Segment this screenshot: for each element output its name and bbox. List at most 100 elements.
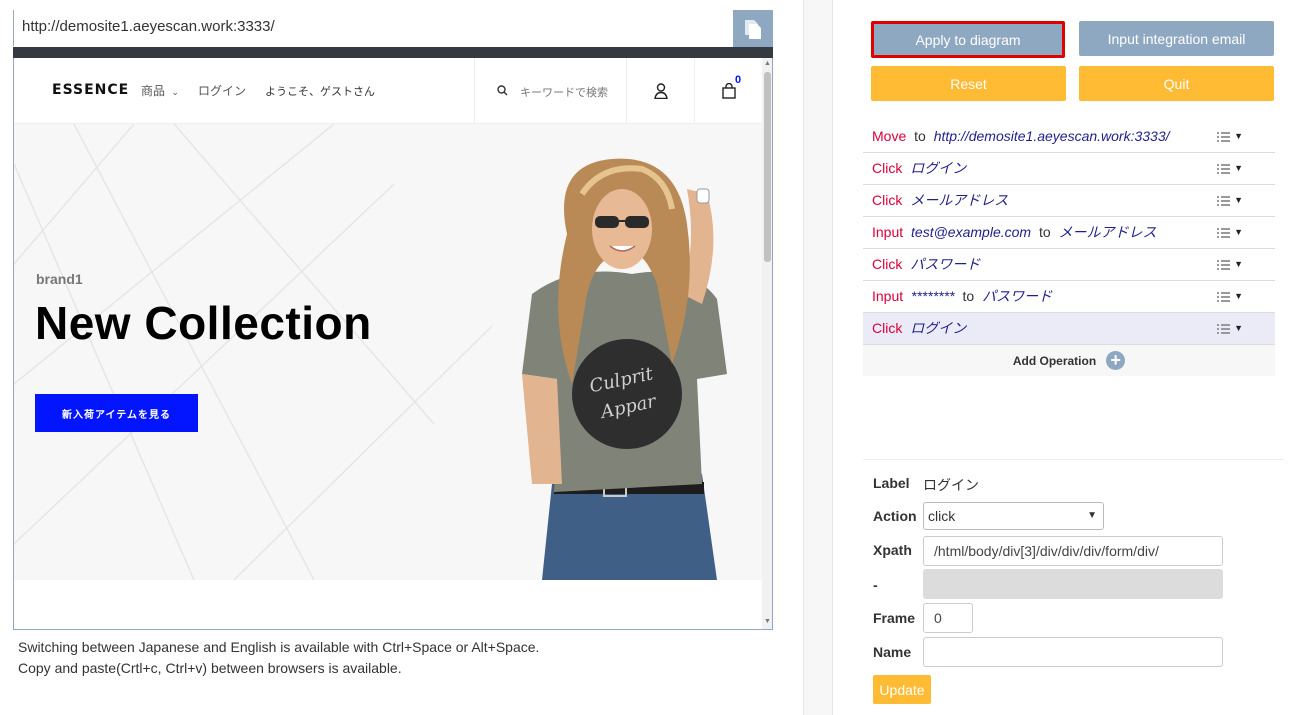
nav-products[interactable]: 商品 ⌄: [141, 82, 179, 99]
scroll-thumb[interactable]: [764, 72, 771, 262]
caret-down-icon: ▼: [1234, 323, 1243, 333]
user-account-button[interactable]: [627, 58, 695, 124]
search-icon: [497, 85, 508, 96]
plus-icon: +: [1106, 351, 1126, 370]
operation-action: Input: [872, 224, 904, 240]
apply-to-diagram-button[interactable]: Apply to diagram: [871, 21, 1065, 58]
search-placeholder: キーワードで検索: [520, 87, 608, 99]
pane-divider[interactable]: [803, 0, 833, 715]
add-operation-label: Add Operation: [1012, 353, 1097, 368]
update-button[interactable]: Update: [873, 675, 931, 704]
operation-action: Click: [872, 192, 903, 208]
frame-input[interactable]: 0: [923, 603, 973, 633]
list-icon: [1217, 323, 1231, 334]
chevron-down-icon: ⌄: [171, 87, 179, 97]
operation-target: メールアドレス: [1058, 224, 1157, 240]
operation-row[interactable]: Click メールアドレス ▼: [863, 185, 1275, 217]
action-select[interactable]: click ▼: [923, 502, 1104, 530]
quit-button[interactable]: Quit: [1079, 66, 1274, 101]
operation-action: Input: [872, 288, 904, 304]
shopping-bag-icon: [721, 83, 736, 99]
action-field-title: Action: [873, 508, 917, 524]
operation-row[interactable]: Input test@example.com to メールアドレス ▼: [863, 217, 1275, 249]
cart-count-badge: 0: [735, 74, 742, 86]
operation-target: パスワード: [910, 256, 981, 272]
app-root: http://demosite1.aeyescan.work:3333/ ESS…: [0, 0, 1291, 715]
site-search[interactable]: キーワードで検索: [474, 58, 627, 124]
operation-menu-button[interactable]: ▼: [1217, 185, 1243, 216]
site-logo[interactable]: ESSENCE: [52, 82, 129, 98]
embedded-browser[interactable]: ESSENCE 商品 ⌄ ログイン ようこそ、ゲストさん キーワードで検索 0 …: [13, 58, 773, 630]
operation-target: ログイン: [910, 320, 967, 336]
xpath-input[interactable]: /html/body/div[3]/div/div/div/form/div/: [923, 536, 1223, 566]
input-integration-email-button[interactable]: Input integration email: [1079, 21, 1274, 56]
operation-connector: to: [962, 288, 975, 304]
operation-menu-button[interactable]: ▼: [1217, 153, 1243, 184]
browser-scrollbar[interactable]: ▲ ▼: [762, 58, 772, 629]
operation-target: ログイン: [910, 160, 967, 176]
chevron-down-icon: ▼: [1087, 510, 1097, 521]
operation-connector: to: [914, 128, 926, 144]
cart-button[interactable]: 0: [695, 58, 762, 124]
operation-row[interactable]: Input ******** to パスワード ▼: [863, 281, 1275, 313]
caret-down-icon: ▼: [1234, 131, 1243, 141]
operation-menu-button[interactable]: ▼: [1217, 217, 1243, 248]
reset-button[interactable]: Reset: [871, 66, 1066, 101]
operation-connector: to: [1038, 224, 1051, 240]
site-header: ESSENCE 商品 ⌄ ログイン ようこそ、ゲストさん キーワードで検索 0: [14, 58, 762, 124]
operation-row[interactable]: Click パスワード ▼: [863, 249, 1275, 281]
hero-brand: brand1: [36, 271, 83, 287]
name-input[interactable]: [923, 637, 1223, 667]
label-field-value: ログイン: [923, 477, 979, 493]
operation-target: パスワード: [982, 288, 1053, 304]
hint-copy-paste: Copy and paste(Crtl+c, Ctrl+v) between b…: [18, 660, 402, 676]
model-photo: Culprit Appar: [492, 124, 762, 580]
action-select-value: click: [928, 508, 956, 524]
operation-menu-button[interactable]: ▼: [1217, 249, 1243, 280]
operation-action: Click: [872, 320, 903, 336]
scroll-up-icon[interactable]: ▲: [764, 60, 771, 67]
operation-value: ********: [911, 288, 955, 304]
operation-menu-button[interactable]: ▼: [1217, 313, 1243, 344]
dash-field-title: -: [873, 577, 878, 593]
operation-row[interactable]: Click ログイン ▼: [863, 153, 1275, 185]
caret-down-icon: ▼: [1234, 259, 1243, 269]
name-field-title: Name: [873, 644, 912, 660]
frame-field-title: Frame: [873, 610, 916, 626]
list-icon: [1217, 259, 1231, 270]
nav-welcome: ようこそ、ゲストさん: [265, 86, 375, 98]
detail-divider: [863, 459, 1284, 460]
url-bar[interactable]: http://demosite1.aeyescan.work:3333/: [13, 10, 773, 46]
caret-down-icon: ▼: [1234, 163, 1243, 173]
copy-url-button[interactable]: [733, 10, 773, 48]
add-operation-button[interactable]: Add Operation +: [863, 345, 1275, 376]
operation-target: メールアドレス: [910, 192, 1009, 208]
xpath-field-title: Xpath: [873, 542, 912, 558]
browser-toolbar-strip: [13, 47, 773, 58]
list-icon: [1217, 227, 1231, 238]
caret-down-icon: ▼: [1234, 291, 1243, 301]
operation-action: Move: [872, 128, 907, 144]
operation-row[interactable]: Move to http://demosite1.aeyescan.work:3…: [863, 121, 1275, 153]
operation-row-selected[interactable]: Click ログイン ▼: [863, 313, 1275, 345]
list-icon: [1217, 163, 1231, 174]
operation-list: Move to http://demosite1.aeyescan.work:3…: [863, 121, 1275, 376]
caret-down-icon: ▼: [1234, 227, 1243, 237]
scroll-down-icon[interactable]: ▼: [764, 618, 771, 625]
current-url: http://demosite1.aeyescan.work:3333/: [22, 18, 275, 35]
list-icon: [1217, 131, 1231, 142]
label-field-title: Label: [873, 475, 910, 491]
new-arrivals-button[interactable]: 新入荷アイテムを見る: [35, 394, 198, 432]
user-icon: [653, 83, 668, 99]
operation-action: Click: [872, 160, 903, 176]
hero-banner: brand1 New Collection 新入荷アイテムを見る Culprit…: [14, 124, 762, 580]
disabled-field: [923, 569, 1223, 599]
hero-title: New Collection: [35, 297, 372, 349]
operation-menu-button[interactable]: ▼: [1217, 281, 1243, 312]
operation-target: http://demosite1.aeyescan.work:3333/: [933, 128, 1170, 144]
nav-products-label: 商品: [141, 84, 166, 98]
nav-login[interactable]: ログイン: [198, 82, 246, 99]
hint-language-switch: Switching between Japanese and English i…: [18, 639, 540, 655]
operation-value: test@example.com: [911, 224, 1032, 240]
operation-menu-button[interactable]: ▼: [1217, 121, 1243, 152]
